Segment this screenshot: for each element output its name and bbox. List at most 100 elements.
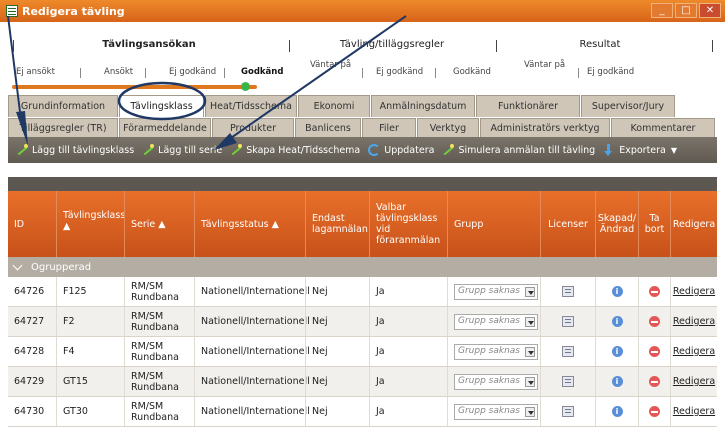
- export-button[interactable]: Exportera ▼: [603, 144, 677, 156]
- info-icon[interactable]: i: [611, 346, 623, 357]
- col-header-series[interactable]: Serie ▲: [124, 191, 194, 257]
- table-row[interactable]: 64729 GT15 RM/SM Rundbana Nationell/Interna…: [8, 367, 717, 397]
- info-icon[interactable]: i: [611, 406, 623, 417]
- sort-asc-icon: ▲: [63, 221, 71, 232]
- table-row[interactable]: 64727 F2 RM/SM Rundbana Nationell/Internati…: [8, 307, 717, 337]
- download-icon: [603, 144, 615, 156]
- col-header-licenses[interactable]: Licenser: [540, 191, 595, 257]
- table-row[interactable]: 64728 F4 RM/SM Rundbana Nationell/Internati…: [8, 337, 717, 367]
- edit-link[interactable]: Redigera: [673, 406, 715, 417]
- col-header-label: Redigera: [672, 218, 716, 230]
- tab-supervisor-jury[interactable]: Supervisor/Jury: [581, 95, 675, 117]
- col-header-selectable[interactable]: Valbar tävlingsklass vid föraranmälan: [369, 191, 447, 257]
- magic-wand-icon: [142, 144, 155, 156]
- table-header: ID Tävlingsklass ▲ Serie ▲ Tävlingsstatu…: [8, 191, 717, 257]
- table-row[interactable]: 64730 GT30 RM/SM Rundbana Nationell/Interna…: [8, 397, 717, 427]
- group-row[interactable]: Ogrupperad: [8, 257, 717, 277]
- chevron-down-icon[interactable]: [525, 376, 535, 387]
- group-select-value: Grupp saknas: [458, 406, 520, 416]
- tab-kommentarer[interactable]: Kommentarer: [611, 118, 715, 137]
- cell-id: 64729: [14, 376, 45, 387]
- cell-created: i: [595, 367, 638, 396]
- close-button[interactable]: ✕: [699, 3, 721, 18]
- cell-selectable: Ja: [369, 397, 447, 426]
- window-title: Redigera tävling: [22, 4, 125, 18]
- cell-series: RM/SM Rundbana: [124, 397, 194, 426]
- edit-link[interactable]: Redigera: [673, 286, 715, 297]
- group-select[interactable]: Grupp saknas: [454, 373, 538, 390]
- progress-marker: [241, 82, 250, 91]
- delete-icon[interactable]: [649, 316, 660, 327]
- create-heat-button[interactable]: Skapa Heat/Tidsschema: [230, 144, 360, 156]
- tab-ekonomi[interactable]: Ekonomi: [298, 95, 370, 117]
- cell-group: Grupp saknas: [447, 307, 540, 336]
- edit-link[interactable]: Redigera: [673, 316, 715, 327]
- license-icon[interactable]: [562, 346, 574, 357]
- grid-group-bar: [8, 177, 717, 191]
- substep-divider: [224, 68, 225, 78]
- simulate-button[interactable]: Simulera anmälan till tävling: [442, 144, 595, 156]
- tab-tillaggsregler[interactable]: Tilläggsregler (TR): [8, 118, 118, 137]
- add-class-button[interactable]: Lägg till tävlingsklass: [16, 144, 134, 156]
- tab-funktionarer[interactable]: Funktionärer: [476, 95, 580, 117]
- col-header-delete[interactable]: Ta bort: [638, 191, 670, 257]
- delete-icon[interactable]: [649, 376, 660, 387]
- chevron-down-icon[interactable]: [11, 260, 25, 274]
- group-select-value: Grupp saknas: [458, 376, 520, 386]
- group-select[interactable]: Grupp saknas: [454, 343, 538, 360]
- cell-team-only: Nej: [305, 367, 369, 396]
- license-icon[interactable]: [562, 316, 574, 327]
- license-icon[interactable]: [562, 376, 574, 387]
- col-header-group[interactable]: Grupp: [447, 191, 540, 257]
- tab-filer[interactable]: Filer: [362, 118, 416, 137]
- delete-icon[interactable]: [649, 286, 660, 297]
- info-icon[interactable]: i: [611, 286, 623, 297]
- table-row[interactable]: 64726 F125 RM/SM Rundbana Nationell/Interna…: [8, 277, 717, 307]
- tab-produkter[interactable]: Produkter: [212, 118, 294, 137]
- update-button[interactable]: Uppdatera: [368, 144, 434, 156]
- tab-forarmeddelande[interactable]: Förarmeddelande: [119, 118, 211, 137]
- cell-created: i: [595, 307, 638, 336]
- tab-heat-tidsschema[interactable]: Heat/Tidsschema: [205, 95, 297, 117]
- add-series-button[interactable]: Lägg till serie: [142, 144, 222, 156]
- tab-tavlingsklass[interactable]: Tävlingsklass: [119, 95, 204, 117]
- group-select[interactable]: Grupp saknas: [454, 403, 538, 420]
- edit-link[interactable]: Redigera: [673, 346, 715, 357]
- status-steps: Tävlingsansökan Ej ansökt Ansökt Ej godk…: [0, 22, 725, 94]
- chevron-down-icon[interactable]: [525, 406, 535, 417]
- group-select[interactable]: Grupp saknas: [454, 313, 538, 330]
- tab-administrators-verktyg[interactable]: Administratörs verktyg: [480, 118, 610, 137]
- toolbar: Lägg till tävlingsklass Lägg till serie …: [8, 137, 717, 163]
- window-titlebar: Redigera tävling _ □ ✕: [0, 0, 725, 22]
- maximize-button[interactable]: □: [675, 3, 697, 18]
- minimize-button[interactable]: _: [651, 3, 673, 18]
- info-icon[interactable]: i: [611, 316, 623, 327]
- col-header-status[interactable]: Tävlingsstatus ▲: [194, 191, 305, 257]
- delete-icon[interactable]: [649, 346, 660, 357]
- delete-icon[interactable]: [649, 406, 660, 417]
- export-label: Exportera: [619, 144, 666, 156]
- chevron-down-icon[interactable]: [525, 346, 535, 357]
- tab-anmalningsdatum[interactable]: Anmälningsdatum: [371, 95, 475, 117]
- col-header-class[interactable]: Tävlingsklass ▲: [56, 191, 125, 257]
- col-header-edit[interactable]: Redigera: [670, 191, 717, 257]
- tab-grundinformation[interactable]: Grundinformation: [8, 95, 118, 117]
- cell-delete: [638, 277, 670, 306]
- group-label: Ogrupperad: [31, 261, 92, 273]
- col-header-team-only[interactable]: Endast lagamnälan: [305, 191, 369, 257]
- tab-banlicens[interactable]: Banlicens: [295, 118, 361, 137]
- license-icon[interactable]: [562, 286, 574, 297]
- group-select[interactable]: Grupp saknas: [454, 283, 538, 300]
- license-icon[interactable]: [562, 406, 574, 417]
- sort-asc-icon: ▲: [271, 218, 279, 230]
- col-header-created[interactable]: Skapad/ Ändrad: [595, 191, 638, 257]
- magic-wand-icon: [230, 144, 243, 156]
- tab-verktyg[interactable]: Verktyg: [417, 118, 479, 137]
- chevron-down-icon[interactable]: [525, 316, 535, 327]
- chevron-down-icon[interactable]: [525, 286, 535, 297]
- col-header-id[interactable]: ID: [8, 191, 56, 257]
- chevron-down-icon: ▼: [670, 145, 678, 155]
- edit-link[interactable]: Redigera: [673, 376, 715, 387]
- info-icon[interactable]: i: [611, 376, 623, 387]
- cell-class: F2: [56, 307, 124, 336]
